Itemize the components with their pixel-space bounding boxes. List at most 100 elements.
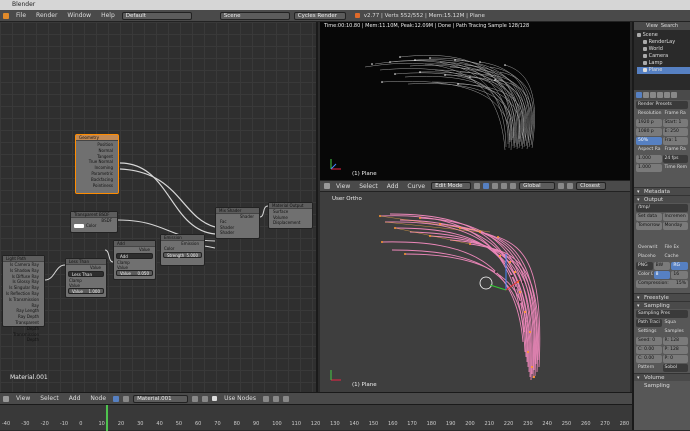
mix-shader-node[interactable]: Mix Shader Shader Fac Shader Shader	[215, 207, 260, 239]
layout-select[interactable]: Default	[121, 11, 192, 20]
less-than-node[interactable]: Less Than Value Less Than Clamp Value Va…	[65, 258, 107, 298]
properties-editor[interactable]: Render Presets Resolution: Frame Ra 1920 …	[632, 90, 690, 430]
outliner-item-lamp[interactable]: Lamp	[637, 60, 690, 67]
outliner-item-world[interactable]: World	[637, 46, 690, 53]
node-editor-type-icon[interactable]	[3, 395, 9, 402]
metadata-panel-header[interactable]: Metadata	[634, 187, 690, 196]
node-editor[interactable]: Geometry Position Normal Tangent True No…	[0, 22, 318, 392]
incremental-button[interactable]: Incremen	[662, 213, 688, 221]
fake-user-icon[interactable]	[192, 395, 199, 402]
mode-select[interactable]: Edit Mode	[431, 182, 472, 190]
output-path-field[interactable]: /tmp/	[636, 204, 688, 212]
render-engine-select[interactable]: Cycles Render	[293, 11, 346, 20]
current-frame-cursor[interactable]	[106, 405, 108, 431]
frame-start-field[interactable]: Start: 1	[662, 119, 688, 127]
menu-window[interactable]: Window	[64, 12, 94, 19]
node-menu-node[interactable]: Node	[87, 395, 109, 402]
use-nodes-checkbox[interactable]	[212, 396, 218, 401]
outliner-item-scene[interactable]: Scene	[637, 32, 690, 39]
layers-tab-icon[interactable]	[643, 92, 649, 98]
orientation-select[interactable]: Global	[519, 182, 556, 190]
outliner-item-renderlayer[interactable]: RenderLay	[637, 39, 690, 46]
edit-viewport[interactable]: User Ortho (1) Plane	[320, 192, 630, 392]
manipulator-icon[interactable]	[492, 183, 499, 189]
freestyle-panel-header[interactable]: Freestyle	[634, 293, 690, 302]
menu-file[interactable]: File	[13, 12, 29, 19]
resolution-y-field[interactable]: 1080 p	[636, 128, 662, 136]
node-menu-add[interactable]: Add	[66, 395, 84, 402]
shading-icon[interactable]	[474, 183, 481, 189]
emission-strength-field[interactable]: Strength 5.000	[163, 252, 202, 258]
new-material-icon[interactable]	[202, 395, 209, 402]
set-data-button[interactable]: Set data	[636, 213, 662, 221]
frame-end-field[interactable]: E: 250	[662, 128, 688, 136]
geometry-node-title[interactable]: Geometry	[76, 135, 118, 141]
menu-view[interactable]: View	[333, 183, 353, 190]
menu-add[interactable]: Add	[384, 183, 402, 190]
snap-icon[interactable]	[567, 183, 574, 189]
preview-field[interactable]: P: 0	[662, 355, 688, 363]
pattern-select[interactable]: Sobol	[662, 364, 688, 372]
file-extensions-checkbox[interactable]: File Ex	[663, 244, 689, 252]
bw-button[interactable]: BW	[653, 262, 671, 270]
seed-field[interactable]: Seed: 0	[636, 337, 662, 345]
add-node[interactable]: Add Value Add Clamp Value Value 0.050	[113, 240, 156, 280]
material-output-node[interactable]: Material Output Surface Volume Displacem…	[268, 202, 313, 229]
lessthan-value-field[interactable]: Value 1.000	[68, 288, 104, 294]
outliner-item-plane[interactable]: Plane	[637, 67, 690, 74]
proportional-edit-icon[interactable]	[558, 183, 565, 189]
add-mode-select[interactable]: Add	[116, 253, 153, 259]
pivot-icon[interactable]	[483, 183, 490, 189]
resolution-percent-slider[interactable]: 50%	[636, 137, 662, 145]
output-panel-header[interactable]: Output	[634, 195, 690, 204]
object-tab-icon[interactable]	[664, 92, 670, 98]
outliner[interactable]: View Search Scene RenderLay World Camera…	[632, 22, 690, 90]
menu-select[interactable]: Select	[356, 183, 381, 190]
render-tab-icon[interactable]	[636, 92, 642, 98]
translate-icon[interactable]	[501, 183, 508, 189]
overwrite-checkbox[interactable]: Overwrit	[636, 244, 662, 252]
snap-target-select[interactable]: Closest	[576, 182, 607, 190]
color-depth-8-button[interactable]: 8	[653, 271, 671, 279]
outliner-view-tab[interactable]: View	[646, 23, 658, 29]
rgb-button[interactable]: RG	[671, 262, 689, 270]
menu-curve[interactable]: Curve	[404, 183, 428, 190]
monday-button[interactable]: Monday	[662, 222, 688, 230]
aspect-y-field[interactable]: 1.000	[636, 164, 662, 172]
node-menu-view[interactable]: View	[13, 395, 33, 402]
preview-samples-field[interactable]: P: 128	[662, 346, 688, 354]
copy-nodes-icon[interactable]	[282, 395, 289, 402]
render-samples-field[interactable]: R: 128	[662, 337, 688, 345]
aspect-x-field[interactable]: 1.000	[636, 155, 662, 163]
fps-select[interactable]: 24 fps	[662, 155, 688, 163]
scene-tab-icon[interactable]	[650, 92, 656, 98]
backdrop-icon[interactable]	[262, 395, 269, 402]
outliner-item-camera[interactable]: Camera	[637, 53, 690, 60]
geometry-node[interactable]: Geometry Position Normal Tangent True No…	[75, 134, 119, 194]
menu-render[interactable]: Render	[33, 12, 60, 19]
file-format-select[interactable]: PNG	[636, 262, 653, 270]
light-path-node[interactable]: Light Path Is Camera Ray Is Shadow Ray I…	[2, 255, 45, 342]
clamp-direct-field[interactable]: C: 0.00	[636, 346, 662, 354]
scene-select[interactable]: Scene	[219, 11, 290, 20]
menu-help[interactable]: Help	[98, 12, 118, 19]
integrator-select[interactable]: Path Traci	[636, 319, 662, 327]
frame-step-field[interactable]: Fra: 1	[662, 137, 688, 145]
color-depth-16-button[interactable]: 16	[671, 271, 689, 279]
sampling-panel-header[interactable]: Sampling	[634, 301, 690, 310]
material-select[interactable]: Material.001	[133, 394, 189, 403]
modifier-tab-icon[interactable]	[671, 92, 677, 98]
rotate-icon[interactable]	[510, 183, 517, 189]
resolution-x-field[interactable]: 1920 p	[636, 119, 662, 127]
placeholders-checkbox[interactable]: Placeho	[636, 253, 662, 261]
rendered-viewport[interactable]: Time:00:10.80 | Mem:11.10M, Peak:12.09M …	[320, 22, 630, 180]
volume-sampling-panel-header[interactable]: Volume Sampling	[634, 373, 690, 389]
tomorrow-button[interactable]: Tomorrow	[636, 222, 662, 230]
world-shader-icon[interactable]	[123, 395, 130, 402]
view3d-editor-icon[interactable]	[324, 183, 330, 189]
world-tab-icon[interactable]	[657, 92, 663, 98]
timeline[interactable]: -40 -30 -20 -10 0 10 20 30 40 50 60 70 80 90 100 110 120…	[0, 404, 632, 431]
sampling-presets-select[interactable]: Sampling Pres	[636, 310, 688, 318]
square-samples-checkbox[interactable]: Squa	[663, 319, 689, 327]
color-swatch[interactable]	[74, 223, 84, 228]
